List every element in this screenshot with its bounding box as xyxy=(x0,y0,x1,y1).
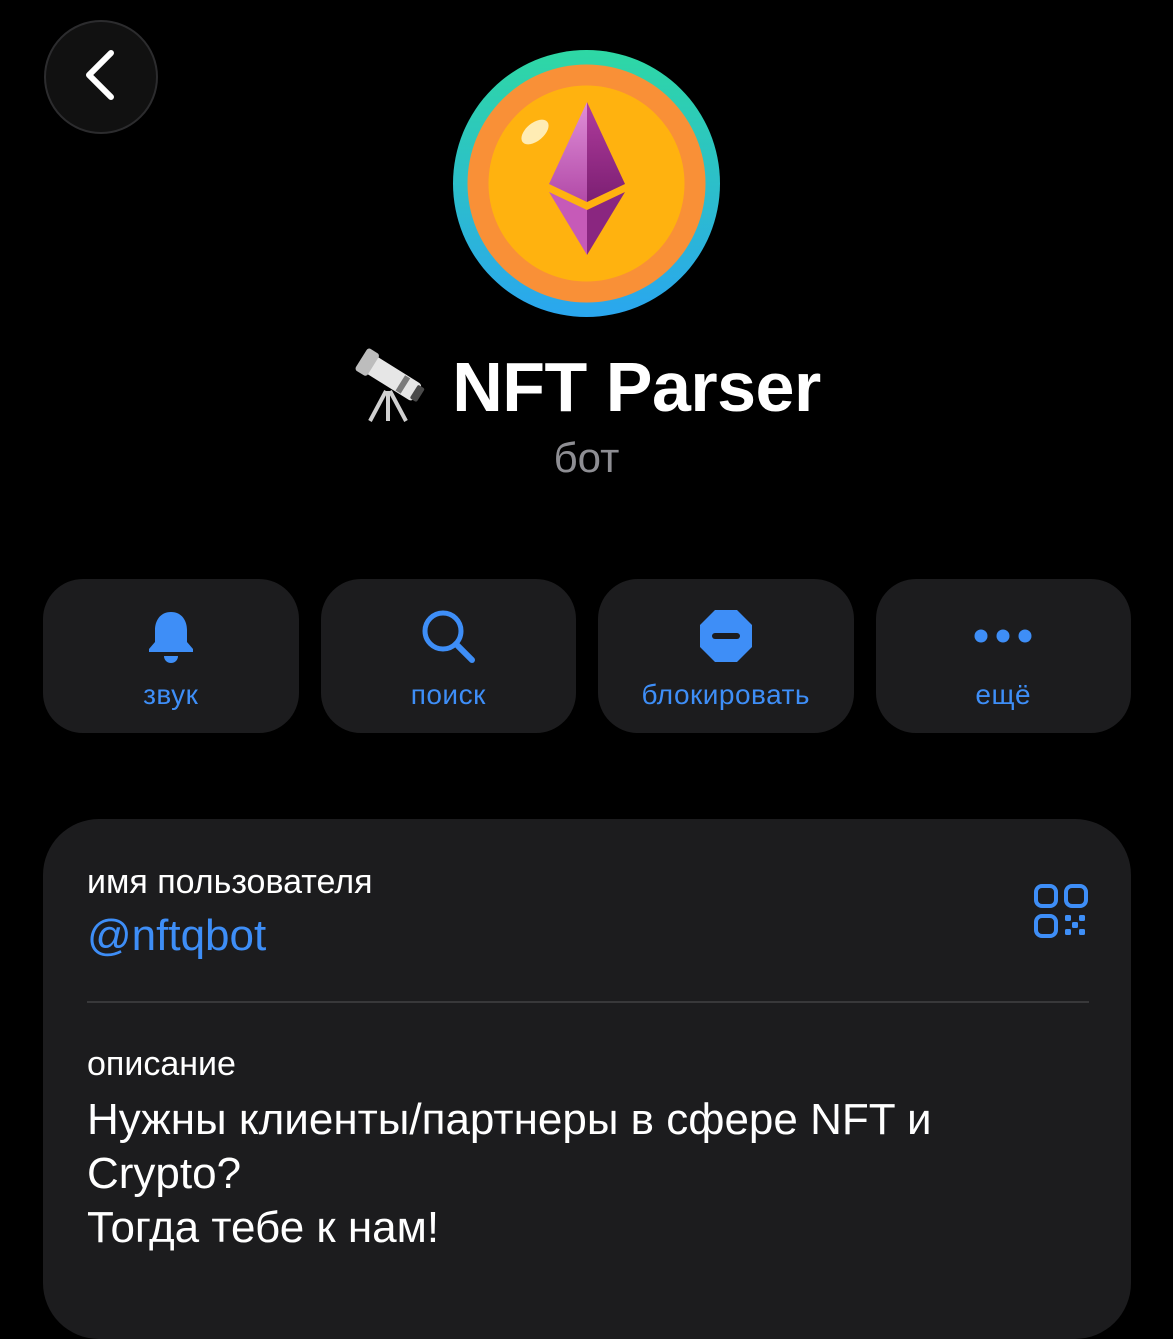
chevron-left-icon xyxy=(81,47,121,108)
bell-icon xyxy=(146,607,196,665)
info-divider xyxy=(87,1001,1089,1003)
profile-subtitle: бот xyxy=(553,434,620,481)
sound-button[interactable]: звук xyxy=(43,579,299,733)
description-text: Нужны клиенты/партнеры в сфере NFT и Cry… xyxy=(87,1093,1087,1255)
action-buttons-row: звук поиск блокировать ещё xyxy=(43,579,1131,733)
more-label: ещё xyxy=(975,679,1032,710)
back-button[interactable] xyxy=(44,20,158,134)
sound-label: звук xyxy=(143,679,199,710)
username-label: имя пользователя xyxy=(87,863,373,901)
block-label: блокировать xyxy=(641,679,810,710)
qr-code-icon xyxy=(1034,884,1088,938)
info-card: имя пользователя @nftqbot описание Нужны… xyxy=(43,819,1131,1339)
profile-title: NFT Parser xyxy=(452,348,821,426)
bot-avatar xyxy=(453,50,720,317)
search-label: поиск xyxy=(410,679,486,710)
description-line: Тогда тебе к нам! xyxy=(87,1203,440,1252)
description-line: Crypto? xyxy=(87,1149,242,1198)
block-button[interactable]: блокировать xyxy=(598,579,854,733)
ethereum-coin-avatar xyxy=(453,50,720,317)
telescope-icon xyxy=(352,347,430,428)
description-label: описание xyxy=(87,1045,236,1083)
description-line: Нужны клиенты/партнеры в сфере NFT и xyxy=(87,1095,932,1144)
more-button[interactable]: ещё xyxy=(875,579,1131,733)
qr-code-button[interactable] xyxy=(1033,883,1089,939)
search-button[interactable]: поиск xyxy=(320,579,576,733)
block-icon xyxy=(698,607,754,665)
profile-title-row: NFT Parser xyxy=(0,342,1173,432)
more-dots-icon xyxy=(973,607,1033,665)
search-icon xyxy=(419,607,477,665)
username-link[interactable]: @nftqbot xyxy=(87,911,266,961)
